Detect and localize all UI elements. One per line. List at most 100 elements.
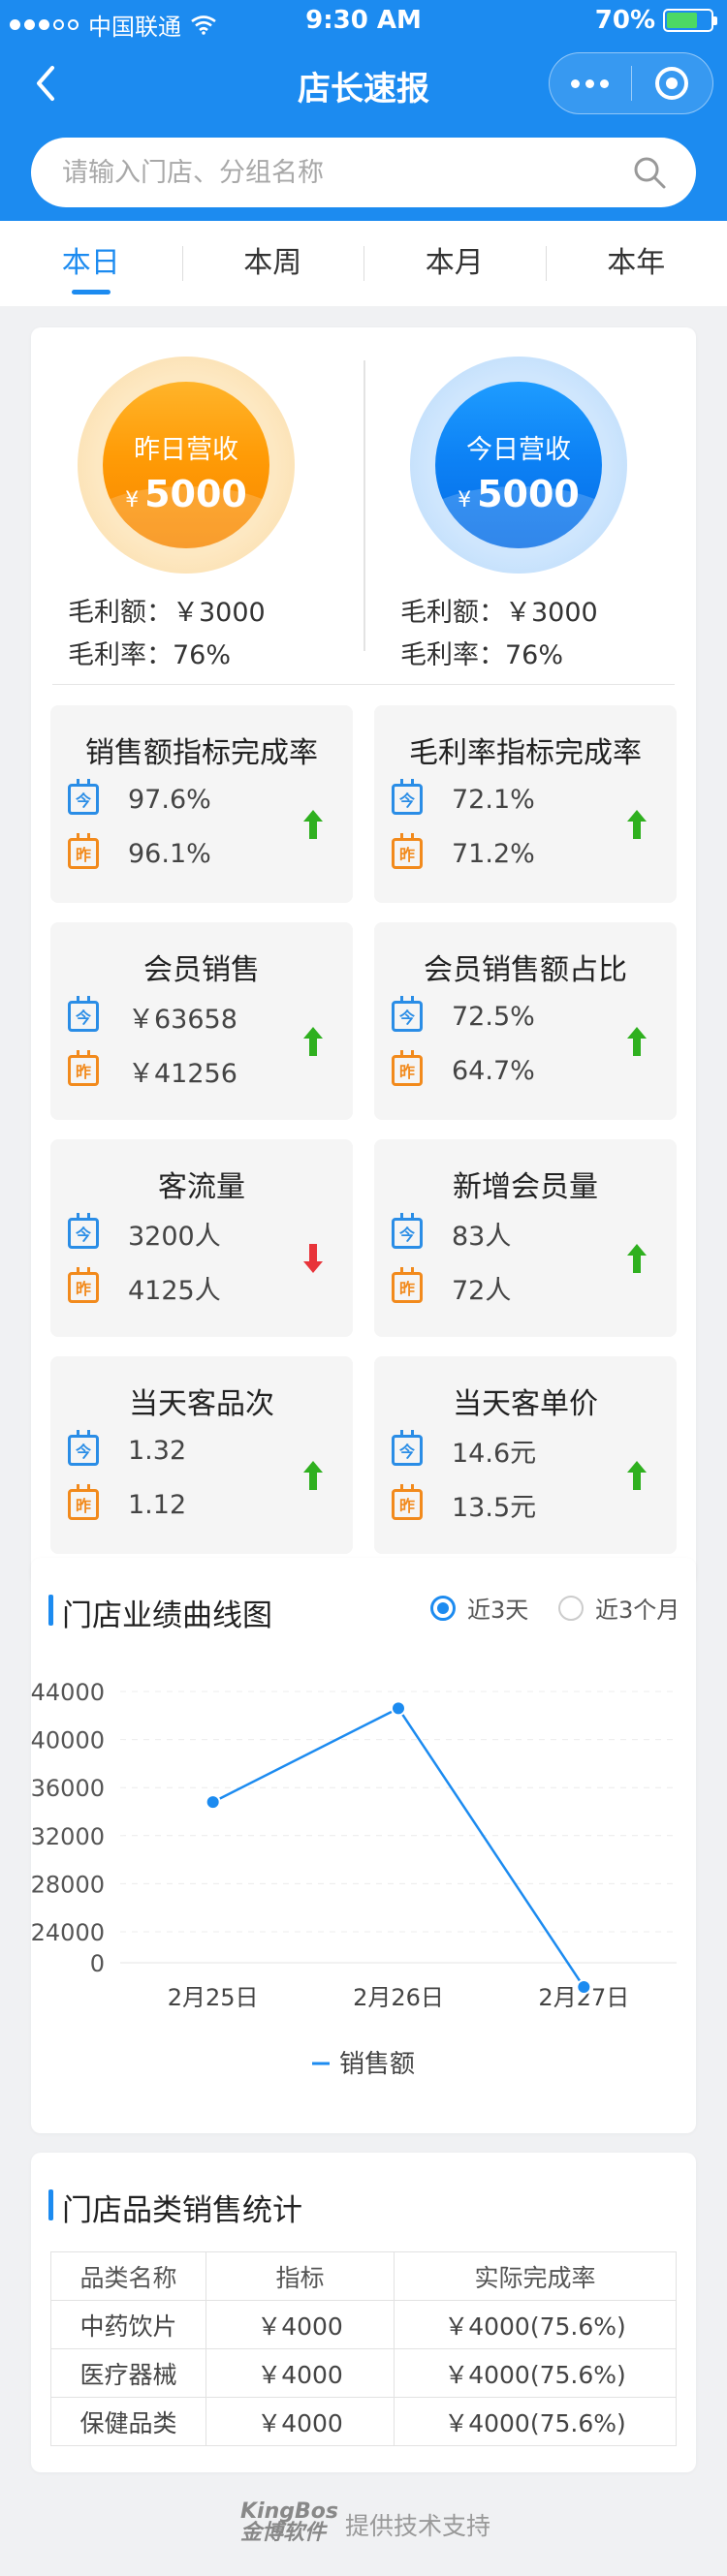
kpi-today-row: 今 97.6% (68, 779, 211, 816)
today-revenue-amount: 5000 (477, 473, 580, 515)
close-target-icon[interactable] (632, 53, 713, 113)
summary-separator (52, 684, 675, 685)
category-stats-title: 门店品类销售统计 (48, 2186, 302, 2229)
kpi-yesterday-value: 13.5元 (452, 1492, 537, 1523)
performance-title: 门店业绩曲线图 (48, 1591, 272, 1634)
today-revenue-value: ¥5000 (435, 473, 602, 515)
y-tick-label: 24000 (31, 1919, 105, 1946)
kpi-card-member-sales[interactable]: 会员销售今 ￥63658 昨 ￥41256 (50, 922, 353, 1120)
kpi-today-row: 今 72.1% (392, 779, 535, 816)
yesterday-calendar-icon: 昨 (68, 1484, 99, 1520)
kpi-yesterday-row: 昨 71.2% (392, 833, 535, 870)
y-tick-label: 28000 (31, 1871, 105, 1898)
search-input[interactable] (62, 138, 605, 207)
option-recent-3-days[interactable]: 近3天 (430, 1591, 528, 1625)
kpi-yesterday-row: 昨 96.1% (68, 833, 211, 870)
kpi-title: 毛利率指标完成率 (409, 736, 642, 770)
column-header: 指标 (205, 2251, 395, 2301)
trend-up-arrow-icon (627, 810, 647, 839)
footer: KingBos 金博软件 提供技术支持 (0, 2498, 727, 2550)
kpi-card-customer-traffic[interactable]: 客流量今 3200人昨 4125人 (50, 1139, 353, 1337)
trend-down-arrow-icon (303, 1244, 323, 1273)
kpi-yesterday-value: 4125人 (128, 1275, 221, 1306)
more-dots-icon[interactable] (550, 53, 631, 113)
search-icon[interactable] (632, 155, 667, 190)
tab-month[interactable]: 本月 (364, 221, 546, 306)
today-calendar-icon: 今 (392, 1213, 423, 1249)
y-tick-label: 40000 (31, 1727, 105, 1754)
tab-year[interactable]: 本年 (545, 221, 727, 306)
currency-symbol: ¥ (458, 488, 472, 512)
kingbos-logo: KingBos 金博软件 (240, 2501, 338, 2544)
legend-label: 销售额 (339, 2050, 415, 2079)
sales-overview-card: 昨日营收 ¥5000 毛利额：￥3000 毛利率：76% 今日营收 ¥5000 … (31, 327, 696, 1585)
table-cell: 医疗器械 (50, 2348, 206, 2398)
kpi-card-avg-ticket[interactable]: 当天客单价今 14.6元昨 13.5元 (374, 1356, 677, 1554)
kpi-today-value: 83人 (452, 1221, 512, 1252)
data-point (205, 1794, 221, 1811)
y-tick-label: 44000 (31, 1679, 105, 1706)
kpi-today-value: 97.6% (128, 784, 211, 815)
kpi-today-row: 今 3200人 (68, 1213, 221, 1252)
logo-line-1: KingBos (240, 2499, 338, 2524)
logo-line-2: 金博软件 (240, 2521, 327, 2545)
tab-week[interactable]: 本周 (181, 221, 364, 306)
table-cell: 保健品类 (50, 2397, 206, 2446)
table-cell: ￥4000(75.6%) (394, 2348, 677, 2398)
search-bar (31, 138, 696, 207)
category-stats-table: 品类名称 指标 实际完成率 中药饮片 ￥4000 ￥4000(75.6%) 医疗… (50, 2251, 677, 2446)
kpi-title: 会员销售额占比 (424, 953, 627, 987)
today-calendar-icon: 今 (392, 996, 423, 1032)
status-bar: 中国联通 9:30 AM 70% (0, 0, 727, 43)
footer-support-text: 提供技术支持 (345, 2512, 491, 2540)
radio-selected-icon (430, 1595, 456, 1621)
kpi-card-margin-target-rate[interactable]: 毛利率指标完成率今 72.1% 昨 71.2% (374, 705, 677, 903)
kpi-today-row: 今 1.32 (68, 1430, 186, 1467)
yesterday-calendar-icon: 昨 (392, 833, 423, 869)
table-cell: ￥4000 (205, 2348, 395, 2398)
trend-up-arrow-icon (627, 1461, 647, 1490)
kpi-title: 当天客品次 (129, 1387, 274, 1421)
kpi-yesterday-row: 昨 ￥41256 (68, 1050, 237, 1089)
kpi-today-value: ￥63658 (128, 1004, 237, 1035)
table-cell: ￥4000(75.6%) (394, 2300, 677, 2349)
yesterday-revenue-label: 昨日营收 (134, 435, 238, 465)
option-label: 近3个月 (595, 1597, 680, 1624)
battery-group: 70% (595, 6, 717, 35)
battery-icon (663, 9, 717, 32)
trend-up-arrow-icon (627, 1244, 647, 1273)
yesterday-revenue-orb: 昨日营收 ¥5000 (78, 357, 295, 574)
kpi-yesterday-value: 96.1% (128, 838, 211, 869)
kpi-today-row: 今 14.6元 (392, 1430, 536, 1469)
kpi-yesterday-row: 昨 4125人 (68, 1267, 221, 1306)
kpi-yesterday-value: ￥41256 (128, 1058, 237, 1089)
table-cell: ￥4000(75.6%) (394, 2397, 677, 2446)
kpi-yesterday-row: 昨 1.12 (68, 1484, 186, 1521)
kpi-card-member-sales-share[interactable]: 会员销售额占比今 72.5% 昨 64.7% (374, 922, 677, 1120)
mini-program-capsule (549, 52, 713, 114)
kpi-today-row: 今 83人 (392, 1213, 512, 1252)
tab-today[interactable]: 本日 (0, 221, 182, 306)
kpi-card-items-per-customer[interactable]: 当天客品次今 1.32 昨 1.12 (50, 1356, 353, 1554)
column-header: 实际完成率 (394, 2251, 677, 2301)
today-calendar-icon: 今 (392, 1430, 423, 1466)
yesterday-summary: 昨日营收 ¥5000 毛利额：￥3000 毛利率：76% (31, 327, 364, 686)
kpi-today-value: 72.5% (452, 1001, 535, 1032)
table-cell: 中药饮片 (50, 2300, 206, 2349)
kpi-card-sales-target-rate[interactable]: 销售额指标完成率今 97.6% 昨 96.1% (50, 705, 353, 903)
yesterday-calendar-icon: 昨 (68, 1267, 99, 1303)
category-stats-card: 门店品类销售统计 品类名称 指标 实际完成率 中药饮片 ￥4000 ￥4000(… (31, 2153, 696, 2472)
today-calendar-icon: 今 (392, 779, 423, 815)
navigation-bar: 店长速报 (0, 48, 727, 116)
currency-symbol: ¥ (125, 488, 140, 512)
yesterday-calendar-icon: 昨 (68, 833, 99, 869)
today-revenue-label: 今日营收 (466, 435, 571, 465)
yesterday-revenue-value: ¥5000 (103, 473, 269, 515)
table-header-row: 品类名称 指标 实际完成率 (50, 2251, 677, 2301)
x-tick-label: 2月25日 (168, 1984, 259, 2011)
kpi-card-new-members[interactable]: 新增会员量今 83人昨 72人 (374, 1139, 677, 1337)
option-recent-3-months[interactable]: 近3个月 (558, 1591, 680, 1625)
app-header: 中国联通 9:30 AM 70% 店长速报 (0, 0, 727, 221)
y-tick-label: 32000 (31, 1823, 105, 1850)
kpi-today-row: 今 72.5% (392, 996, 535, 1033)
